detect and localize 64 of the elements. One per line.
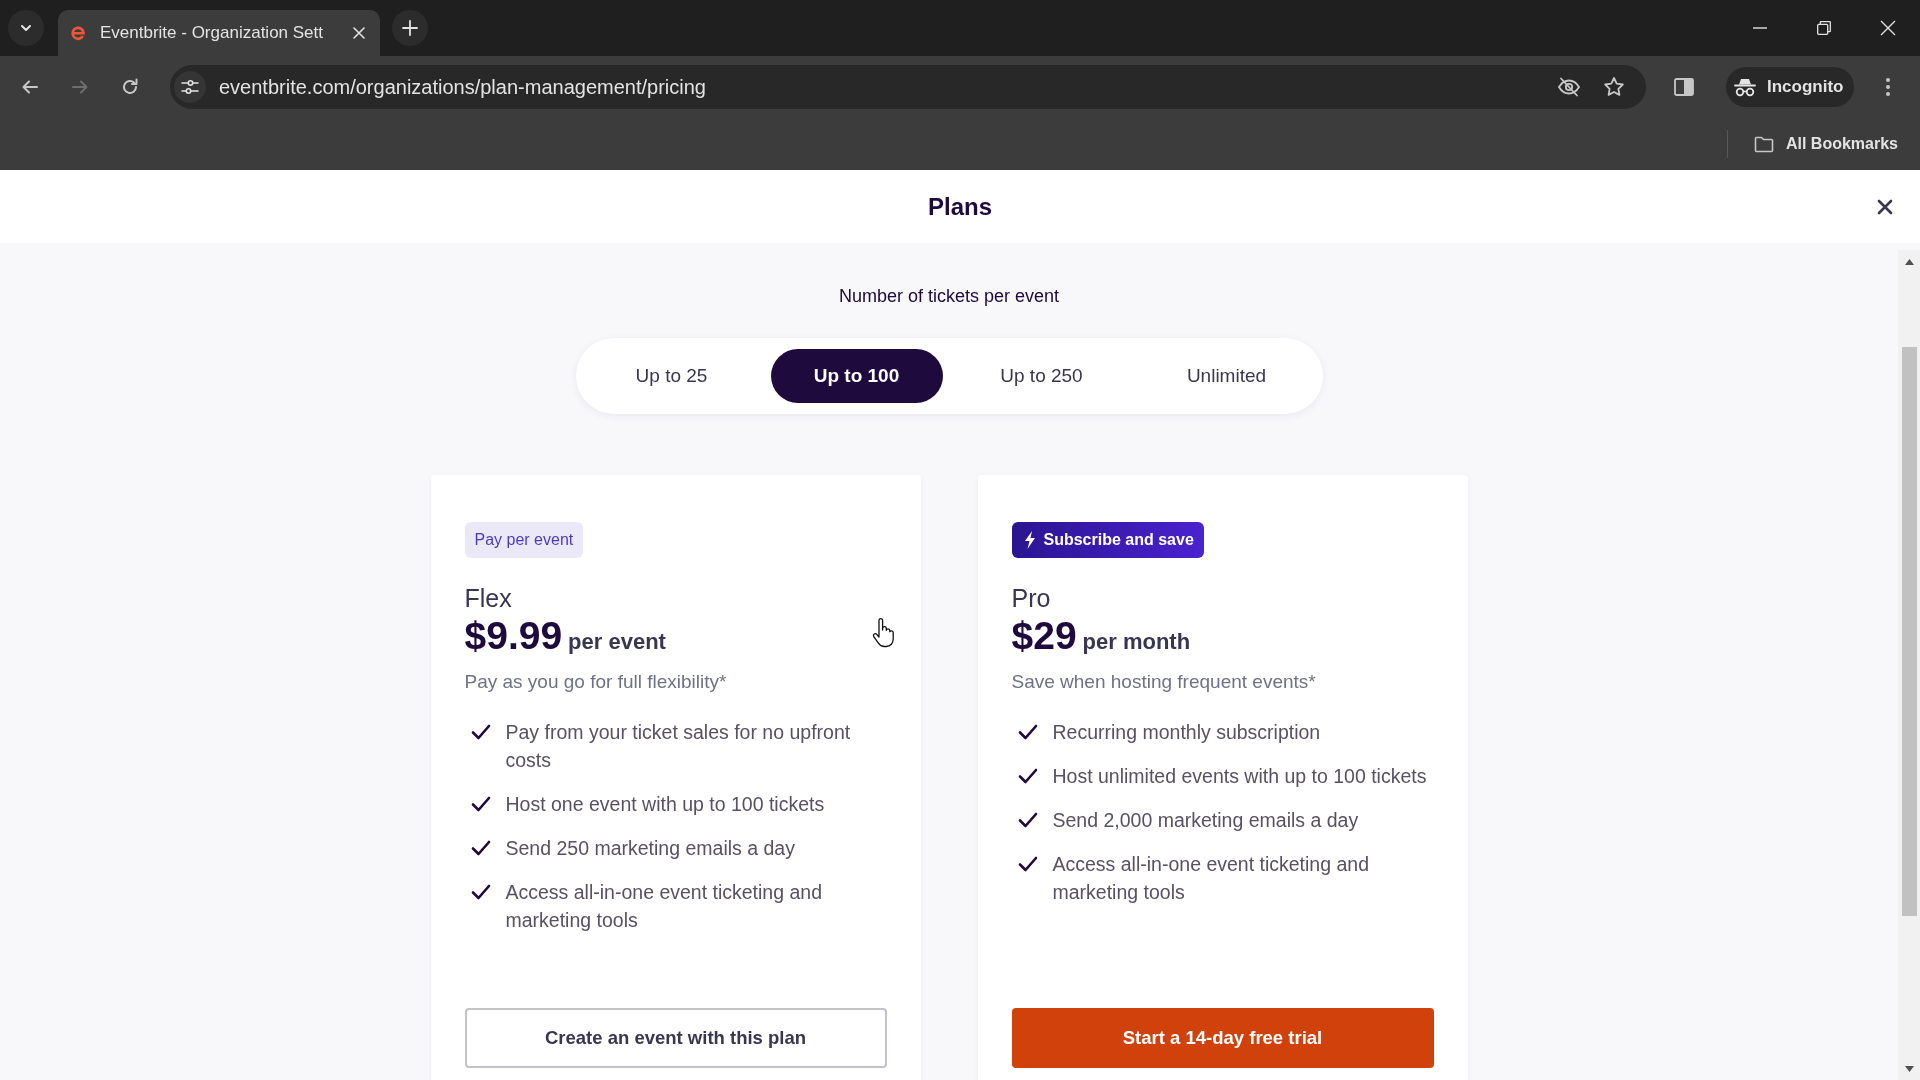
hand-cursor-icon bbox=[872, 618, 894, 648]
folder-icon bbox=[1753, 135, 1774, 153]
plan-name: Pro bbox=[1011, 583, 1051, 613]
triangle-up-icon bbox=[1904, 259, 1914, 265]
restore-icon bbox=[1817, 21, 1831, 35]
feature-text: Access all-in-one event ticketing and marketing tools bbox=[1052, 852, 1370, 905]
more-vertical-icon bbox=[1886, 78, 1890, 96]
ticket-count-option[interactable]: Up to 100 bbox=[770, 349, 943, 403]
site-info-button[interactable] bbox=[174, 71, 206, 103]
close-icon bbox=[1880, 20, 1896, 36]
plus-icon bbox=[402, 20, 418, 36]
plan-name: Flex bbox=[464, 583, 512, 613]
triangle-down-icon bbox=[1904, 1066, 1914, 1072]
plan-price: $9.99 bbox=[464, 615, 563, 657]
feature-text: Send 2,000 marketing emails a day bbox=[1052, 808, 1359, 833]
check-icon bbox=[470, 723, 491, 741]
check-icon bbox=[1017, 811, 1038, 829]
bookmarks-folder[interactable]: All Bookmarks bbox=[1749, 128, 1902, 160]
create-event-button[interactable]: Create an event with this plan bbox=[464, 1008, 887, 1068]
plan-price: $29 bbox=[1011, 615, 1077, 657]
plan-description: Save when hosting frequent events* bbox=[1011, 670, 1316, 694]
side-panel-icon bbox=[1674, 78, 1694, 96]
browser-tab[interactable]: Eventbrite - Organization Sett bbox=[58, 10, 380, 56]
ticket-count-option[interactable]: Up to 250 bbox=[955, 349, 1128, 403]
check-icon bbox=[470, 839, 491, 857]
reload-icon bbox=[120, 77, 140, 97]
close-icon bbox=[1877, 199, 1893, 215]
star-icon bbox=[1603, 76, 1625, 98]
address-bar[interactable]: eventbrite.com/organizations/plan-management/pricing bbox=[170, 65, 1646, 109]
start-trial-button[interactable]: Start a 14-day free trial bbox=[1011, 1008, 1434, 1068]
price-period: per month bbox=[1082, 629, 1191, 655]
incognito-button[interactable]: Incognito bbox=[1726, 67, 1854, 107]
url-text: eventbrite.com/organizations/plan-management/pricing bbox=[219, 75, 707, 99]
tab-search-button[interactable] bbox=[8, 10, 44, 46]
scrollbar[interactable] bbox=[1898, 250, 1920, 1080]
new-tab-button[interactable] bbox=[392, 10, 428, 46]
incognito-icon bbox=[1734, 77, 1756, 97]
ticket-count-option[interactable]: Unlimited bbox=[1140, 349, 1313, 403]
check-icon bbox=[1017, 723, 1038, 741]
feature-text: Recurring monthly subscription bbox=[1052, 720, 1321, 745]
check-icon bbox=[1017, 767, 1038, 785]
close-icon bbox=[353, 27, 365, 39]
feature-text: Send 250 marketing emails a day bbox=[505, 836, 795, 861]
minimize-icon bbox=[1753, 27, 1767, 29]
price-period: per event bbox=[568, 629, 666, 655]
ticket-count-option[interactable]: Up to 25 bbox=[585, 349, 758, 403]
feature-text: Host unlimited events with up to 100 tickets bbox=[1052, 764, 1427, 789]
plan-description: Pay as you go for full flexibility* bbox=[464, 670, 727, 694]
check-icon bbox=[470, 883, 491, 901]
scrollbar-thumb[interactable] bbox=[1901, 347, 1917, 916]
tab-title: Eventbrite - Organization Sett bbox=[100, 23, 324, 43]
bolt-icon bbox=[1023, 531, 1036, 549]
ticket-count-label: Number of tickets per event bbox=[838, 285, 1060, 307]
check-icon bbox=[1017, 855, 1038, 873]
eye-slash-icon bbox=[1557, 77, 1581, 97]
dialog-title: Plans bbox=[928, 192, 992, 221]
feature-text: Pay from your ticket sales for no upfront costs bbox=[505, 720, 852, 773]
logo-icon bbox=[70, 25, 86, 41]
feature-text: Host one event with up to 100 tickets bbox=[505, 792, 825, 817]
check-icon bbox=[470, 795, 491, 813]
badge-text: Subscribe and save bbox=[1043, 531, 1194, 549]
feature-text: Access all-in-one event ticketing and marketing tools bbox=[505, 880, 823, 933]
badge-text: Pay per event bbox=[474, 531, 574, 549]
sliders-icon bbox=[181, 79, 199, 95]
